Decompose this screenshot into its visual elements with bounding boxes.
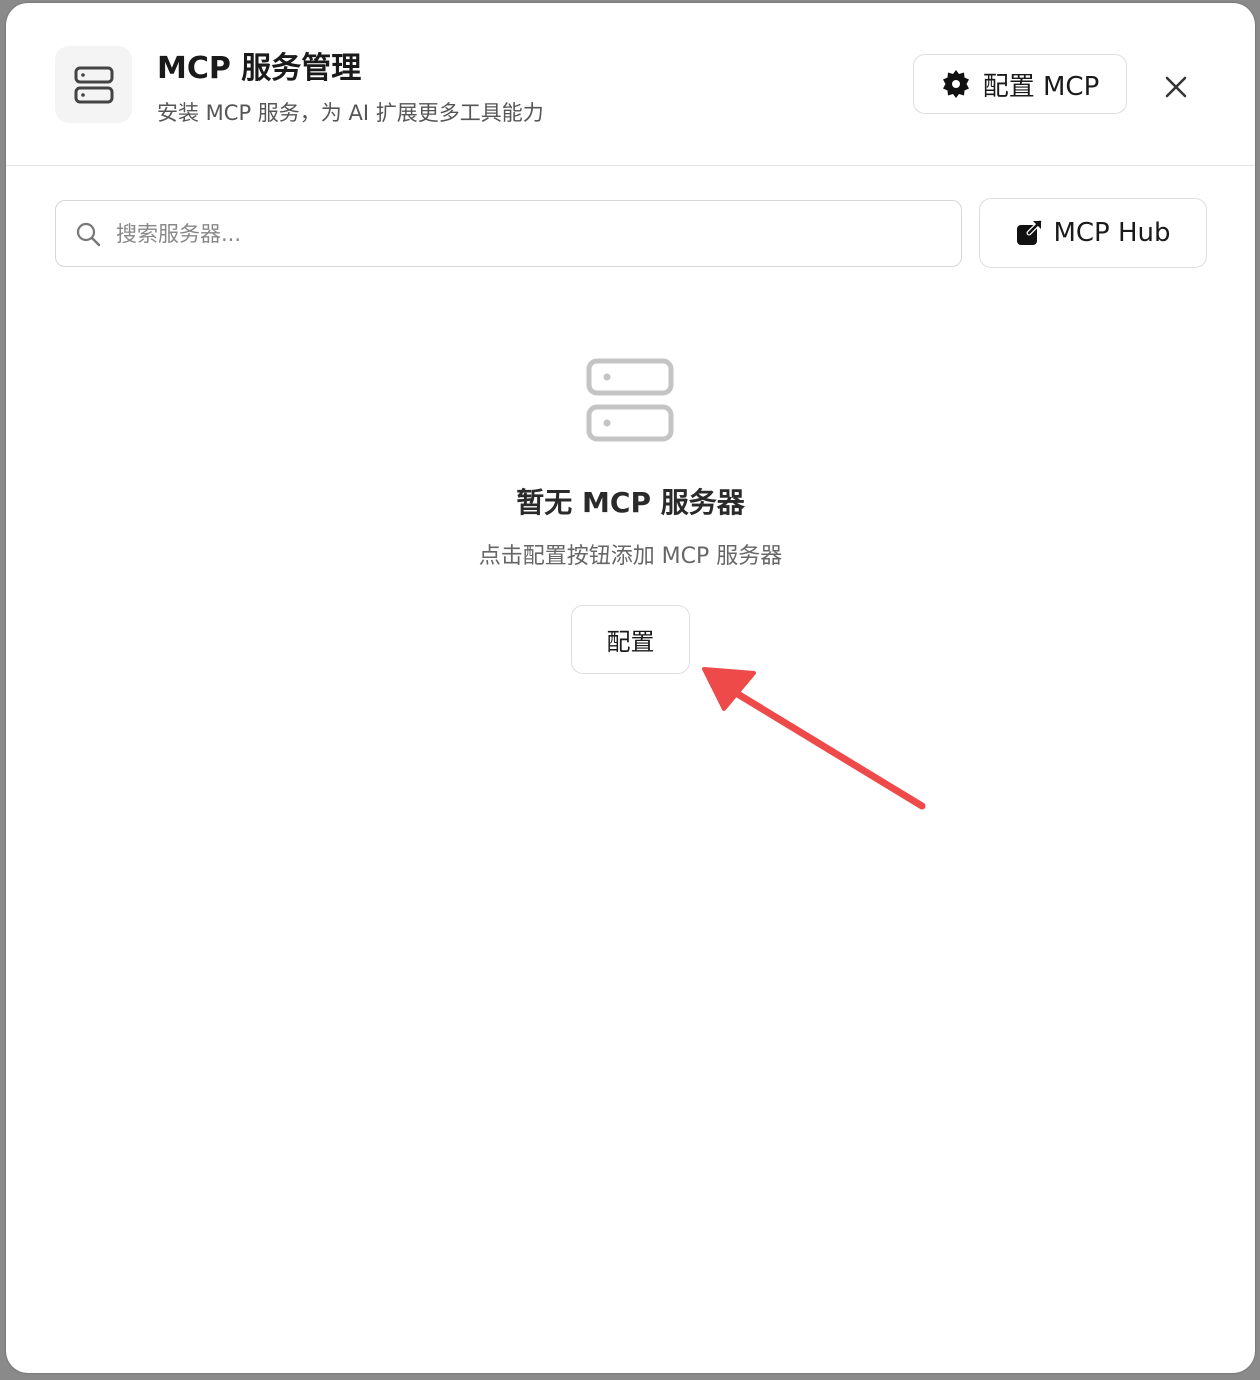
configure-mcp-label: 配置 MCP xyxy=(982,71,1100,102)
dialog-subtitle: 安装 MCP 服务，为 AI 扩展更多工具能力 xyxy=(157,101,544,125)
header-icon-container xyxy=(55,46,132,123)
mcp-hub-label: MCP Hub xyxy=(1053,218,1171,248)
annotation-arrow xyxy=(702,667,926,810)
empty-state-description: 点击配置按钮添加 MCP 服务器 xyxy=(478,544,783,569)
external-link-icon xyxy=(1017,219,1043,245)
search-input[interactable] xyxy=(114,220,938,247)
dialog-title: MCP 服务管理 xyxy=(157,51,362,86)
mcp-hub-button[interactable]: MCP Hub xyxy=(979,198,1207,268)
empty-state-title: 暂无 MCP 服务器 xyxy=(516,486,745,519)
mcp-dialog: MCP 服务管理 安装 MCP 服务，为 AI 扩展更多工具能力 配置 MCP xyxy=(6,3,1255,1373)
search-icon xyxy=(74,220,102,248)
search-box[interactable] xyxy=(55,200,962,267)
configure-button[interactable]: 配置 xyxy=(571,605,690,674)
close-icon xyxy=(1165,76,1187,98)
dialog-header: MCP 服务管理 安装 MCP 服务，为 AI 扩展更多工具能力 配置 MCP xyxy=(6,3,1255,166)
configure-mcp-button[interactable]: 配置 MCP xyxy=(913,54,1127,114)
close-button[interactable] xyxy=(1156,67,1196,107)
server-icon xyxy=(586,358,674,442)
gear-icon xyxy=(942,70,969,98)
server-icon xyxy=(74,66,113,103)
